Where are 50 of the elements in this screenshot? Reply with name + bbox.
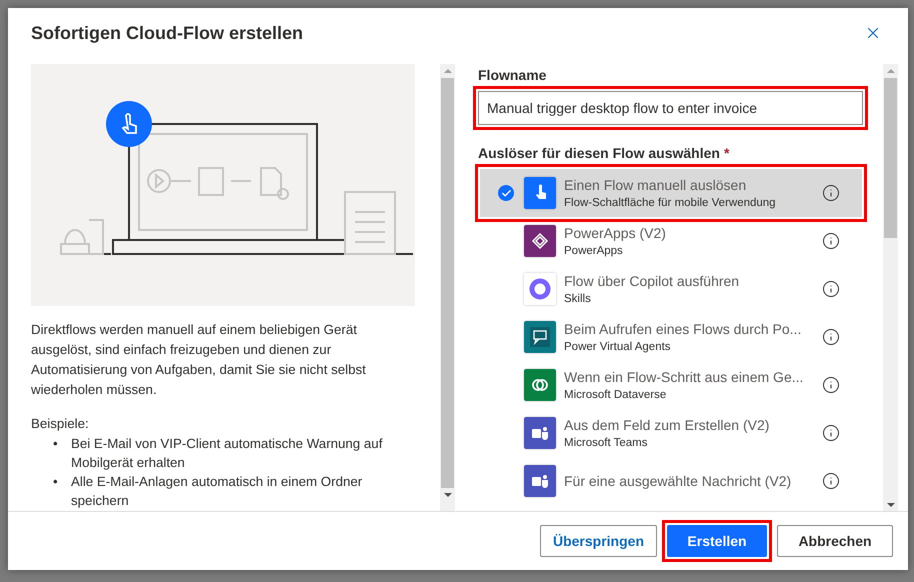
app-icon xyxy=(524,417,556,449)
trigger-subtitle: Microsoft Teams xyxy=(564,436,649,450)
app-icon xyxy=(524,369,556,401)
section-label: Auslöser für diesen Flow auswählen * xyxy=(478,145,730,161)
trigger-option[interactable]: Einen Flow manuell auslösen Flow-Schaltfläche für mobile Verwendung xyxy=(480,169,862,217)
create-button[interactable]: Erstellen xyxy=(667,525,767,557)
info-icon[interactable] xyxy=(822,328,840,346)
info-icon[interactable] xyxy=(822,280,840,298)
dialog-title: Sofortigen Cloud-Flow erstellen xyxy=(31,22,304,44)
trigger-title: Beim Aufrufen eines Flows durch Po... xyxy=(564,320,802,338)
info-icon[interactable] xyxy=(822,376,840,394)
scrollbar[interactable] xyxy=(440,64,455,512)
trigger-title: Aus dem Feld zum Erstellen (V2) xyxy=(564,416,770,434)
info-icon[interactable] xyxy=(822,184,840,202)
trigger-subtitle: Microsoft Dataverse xyxy=(564,388,668,402)
info-icon[interactable] xyxy=(822,472,840,490)
trigger-option[interactable]: Aus dem Feld zum Erstellen (V2) Microsoft Teams xyxy=(480,409,862,457)
app-icon xyxy=(524,177,556,209)
example-item: Bei E-Mail von VIP-Client automatische Warnung auf Mobilgerät erhalten xyxy=(71,435,384,472)
field-label: Flowname xyxy=(478,67,548,83)
info-icon[interactable] xyxy=(822,232,840,250)
trigger-title: Für eine ausgewählte Nachricht (V2) xyxy=(564,472,792,490)
trigger-title: Flow über Copilot ausführen xyxy=(564,272,740,290)
cancel-button[interactable]: Abbrechen xyxy=(777,525,893,557)
check-icon xyxy=(498,185,514,201)
example-item: Alle E-Mail-Anlagen automatisch in einem Ordner speichern xyxy=(71,473,364,510)
app-icon xyxy=(524,225,556,257)
trigger-option[interactable]: Beim Aufrufen eines Flows durch Po... Power Virtual Agents xyxy=(480,313,862,361)
info-icon[interactable] xyxy=(822,424,840,442)
trigger-title: PowerApps (V2) xyxy=(564,224,667,242)
ring-icon xyxy=(524,273,556,305)
trigger-subtitle: Flow-Schaltfläche für mobile Verwendung xyxy=(564,196,777,210)
bullet: • xyxy=(53,435,59,453)
trigger-option[interactable]: Für eine ausgewählte Nachricht (V2) xyxy=(480,457,862,505)
flow-name-input[interactable]: Manual trigger desktop flow to enter invoice xyxy=(478,91,863,125)
app-icon xyxy=(524,321,556,353)
description-text: Direktflows werden manuell auf einem beliebigen Gerät ausgelöst, sind einfach freizugeben und dienen zur Automatisierung von Aufgaben, damit Sie sie nicht selbst wiederholen müssen. xyxy=(31,321,367,399)
trigger-title: Wenn ein Flow-Schritt aus einem Ge... xyxy=(564,368,804,386)
trigger-option[interactable]: PowerApps (V2) PowerApps xyxy=(480,217,862,265)
skip-button[interactable]: Überspringen xyxy=(540,525,657,557)
trigger-title: Einen Flow manuell auslösen xyxy=(564,176,748,194)
trigger-subtitle: PowerApps xyxy=(564,244,624,258)
trigger-subtitle: Power Virtual Agents xyxy=(564,340,672,354)
trigger-subtitle: Skills xyxy=(564,292,592,306)
examples-heading: Beispiele: xyxy=(31,415,90,433)
trigger-option[interactable]: Flow über Copilot ausführen Skills xyxy=(480,265,862,313)
trigger-option[interactable]: Wenn ein Flow-Schritt aus einem Ge... Microsoft Dataverse xyxy=(480,361,862,409)
bullet: • xyxy=(53,473,59,491)
app-icon xyxy=(524,465,556,497)
scrollbar[interactable] xyxy=(883,64,898,512)
